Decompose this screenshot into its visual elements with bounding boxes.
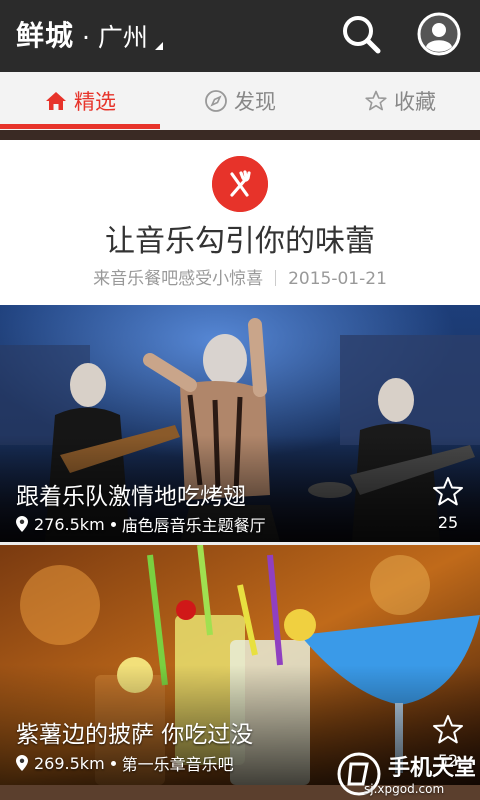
app-bar: 鲜城 · 广州 bbox=[0, 0, 480, 72]
brand-logo: 鲜城 bbox=[16, 19, 75, 52]
location-pin-icon bbox=[16, 516, 28, 532]
home-icon bbox=[46, 92, 66, 110]
card-meta: 269.5km 第一乐章音乐吧 bbox=[16, 751, 234, 775]
card-title: 紫薯边的披萨 你吃过没 bbox=[16, 722, 254, 748]
search-icon[interactable] bbox=[339, 12, 383, 56]
topic-meta: 来音乐餐吧感受小惊喜 2015-01-21 bbox=[0, 264, 480, 289]
favorite-count: 25 bbox=[437, 513, 459, 532]
tab-featured[interactable]: 精选 bbox=[0, 72, 160, 130]
active-tab-indicator bbox=[0, 124, 160, 129]
topic-header[interactable]: 让音乐勾引你的味蕾 来音乐餐吧感受小惊喜 2015-01-21 bbox=[0, 140, 480, 305]
watermark-url: sj.xpgod.com bbox=[364, 782, 445, 796]
card-venue: 第一乐章音乐吧 bbox=[121, 755, 234, 774]
star-icon bbox=[365, 90, 387, 111]
watermark-name: 手机天堂 bbox=[388, 756, 477, 781]
topic-title: 让音乐勾引你的味蕾 bbox=[105, 224, 375, 259]
city-dropdown-caret-icon[interactable] bbox=[155, 42, 163, 50]
tab-label: 发现 bbox=[234, 90, 276, 114]
topic-date: 2015-01-21 bbox=[288, 269, 387, 289]
card-distance: 269.5km bbox=[34, 753, 105, 773]
tab-label: 收藏 bbox=[394, 90, 436, 114]
city-selector[interactable]: · 广州 bbox=[82, 18, 148, 54]
divider bbox=[275, 270, 277, 286]
favorite-star-icon[interactable] bbox=[431, 713, 465, 747]
tab-bar: 精选 发现 收藏 bbox=[0, 72, 480, 130]
top-image-strip bbox=[0, 130, 480, 140]
tab-discover[interactable]: 发现 bbox=[160, 72, 320, 130]
tab-favorites[interactable]: 收藏 bbox=[320, 72, 480, 130]
tab-label: 精选 bbox=[74, 90, 116, 114]
fork-knife-icon bbox=[212, 156, 268, 212]
topic-subtitle: 来音乐餐吧感受小惊喜 bbox=[93, 269, 264, 289]
card-meta: 276.5km 庙色唇音乐主题餐厅 bbox=[16, 512, 266, 536]
restaurant-card[interactable]: 紫薯边的披萨 你吃过没 269.5km 第一乐章音乐吧 52 bbox=[0, 545, 480, 785]
favorite-star-icon[interactable] bbox=[431, 475, 465, 509]
user-avatar-icon[interactable] bbox=[416, 11, 462, 57]
compass-icon bbox=[205, 90, 227, 112]
card-title: 跟着乐队激情地吃烤翅 bbox=[16, 484, 246, 510]
separator-dot bbox=[110, 760, 116, 766]
restaurant-card[interactable]: 跟着乐队激情地吃烤翅 276.5km 庙色唇音乐主题餐厅 25 bbox=[0, 305, 480, 542]
separator-dot bbox=[110, 521, 116, 527]
card-venue: 庙色唇音乐主题餐厅 bbox=[121, 516, 266, 535]
cocktail-photo bbox=[0, 545, 480, 785]
card-distance: 276.5km bbox=[34, 514, 105, 534]
location-pin-icon bbox=[16, 755, 28, 771]
